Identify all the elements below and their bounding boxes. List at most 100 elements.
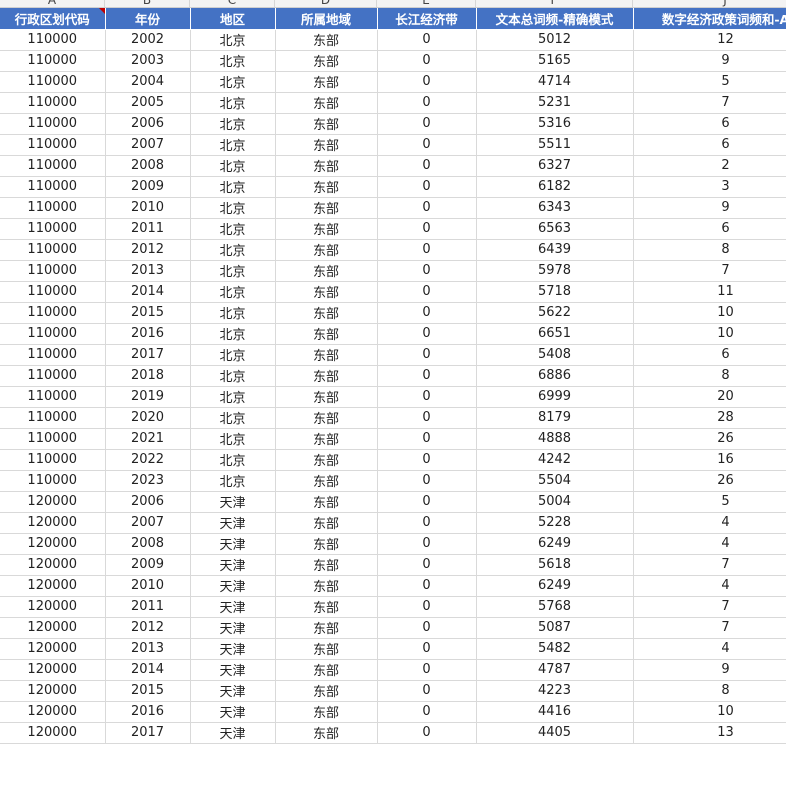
cell-col-j[interactable]: 4 [633,533,786,555]
cell-col-b[interactable]: 2008 [105,533,191,555]
cell-col-e[interactable]: 0 [377,29,477,51]
column-letter-c[interactable]: C [190,0,275,7]
cell-col-j[interactable]: 3 [633,176,786,198]
cell-col-c[interactable]: 北京 [190,260,276,282]
cell-col-c[interactable]: 北京 [190,50,276,72]
cell-col-b[interactable]: 2013 [105,638,191,660]
cell-col-j[interactable]: 10 [633,701,786,723]
cell-col-e[interactable]: 0 [377,155,477,177]
cell-col-a[interactable]: 120000 [0,680,106,702]
cell-col-d[interactable]: 东部 [275,512,378,534]
cell-col-f[interactable]: 5087 [476,617,634,639]
cell-col-f[interactable]: 6651 [476,323,634,345]
cell-col-d[interactable]: 东部 [275,407,378,429]
cell-col-f[interactable]: 6249 [476,533,634,555]
cell-col-b[interactable]: 2008 [105,155,191,177]
cell-col-j[interactable]: 11 [633,281,786,303]
cell-col-e[interactable]: 0 [377,491,477,513]
cell-col-b[interactable]: 2011 [105,596,191,618]
cell-col-c[interactable]: 北京 [190,71,276,93]
cell-col-e[interactable]: 0 [377,470,477,492]
cell-col-c[interactable]: 北京 [190,29,276,51]
cell-col-a[interactable]: 120000 [0,554,106,576]
cell-col-a[interactable]: 110000 [0,260,106,282]
column-letter-j[interactable]: J [633,0,786,7]
cell-col-a[interactable]: 110000 [0,302,106,324]
cell-col-b[interactable]: 2022 [105,449,191,471]
cell-col-d[interactable]: 东部 [275,596,378,618]
cell-col-f[interactable]: 5316 [476,113,634,135]
header-col-j[interactable]: 数字经济政策词频和-A [633,8,786,30]
cell-col-c[interactable]: 北京 [190,344,276,366]
cell-col-e[interactable]: 0 [377,554,477,576]
cell-col-c[interactable]: 天津 [190,638,276,660]
cell-col-f[interactable]: 5978 [476,260,634,282]
cell-col-c[interactable]: 北京 [190,155,276,177]
cell-col-b[interactable]: 2010 [105,197,191,219]
cell-col-d[interactable]: 东部 [275,134,378,156]
cell-col-j[interactable]: 20 [633,386,786,408]
column-letter-e[interactable]: E [377,0,476,7]
cell-col-d[interactable]: 东部 [275,386,378,408]
cell-col-e[interactable]: 0 [377,302,477,324]
cell-col-e[interactable]: 0 [377,92,477,114]
cell-col-b[interactable]: 2005 [105,92,191,114]
cell-col-c[interactable]: 天津 [190,701,276,723]
cell-col-j[interactable]: 7 [633,260,786,282]
cell-col-e[interactable]: 0 [377,617,477,639]
cell-col-j[interactable]: 28 [633,407,786,429]
cell-col-f[interactable]: 5618 [476,554,634,576]
cell-col-d[interactable]: 东部 [275,575,378,597]
cell-col-d[interactable]: 东部 [275,659,378,681]
cell-col-j[interactable]: 26 [633,470,786,492]
cell-col-c[interactable]: 北京 [190,323,276,345]
cell-col-d[interactable]: 东部 [275,92,378,114]
cell-col-f[interactable]: 4787 [476,659,634,681]
cell-col-e[interactable]: 0 [377,365,477,387]
cell-col-c[interactable]: 北京 [190,365,276,387]
cell-col-f[interactable]: 5511 [476,134,634,156]
cell-col-j[interactable]: 9 [633,50,786,72]
cell-col-d[interactable]: 东部 [275,428,378,450]
cell-col-j[interactable]: 7 [633,92,786,114]
cell-col-b[interactable]: 2007 [105,134,191,156]
cell-col-e[interactable]: 0 [377,260,477,282]
cell-col-d[interactable]: 东部 [275,344,378,366]
cell-col-j[interactable]: 2 [633,155,786,177]
cell-col-f[interactable]: 6182 [476,176,634,198]
comment-indicator-icon[interactable] [98,8,104,14]
cell-col-e[interactable]: 0 [377,659,477,681]
header-col-a[interactable]: 行政区划代码 [0,8,106,30]
cell-col-f[interactable]: 5228 [476,512,634,534]
cell-col-j[interactable]: 8 [633,239,786,261]
cell-col-a[interactable]: 120000 [0,701,106,723]
cell-col-f[interactable]: 4405 [476,722,634,744]
cell-col-f[interactable]: 6439 [476,239,634,261]
cell-col-d[interactable]: 东部 [275,323,378,345]
cell-col-b[interactable]: 2015 [105,302,191,324]
cell-col-f[interactable]: 5012 [476,29,634,51]
cell-col-j[interactable]: 6 [633,113,786,135]
cell-col-b[interactable]: 2012 [105,617,191,639]
cell-col-a[interactable]: 110000 [0,239,106,261]
cell-col-c[interactable]: 天津 [190,659,276,681]
cell-col-a[interactable]: 120000 [0,533,106,555]
cell-col-d[interactable]: 东部 [275,218,378,240]
cell-col-j[interactable]: 6 [633,134,786,156]
cell-col-d[interactable]: 东部 [275,470,378,492]
cell-col-f[interactable]: 5768 [476,596,634,618]
cell-col-f[interactable]: 5718 [476,281,634,303]
header-col-f[interactable]: 文本总词频-精确模式 [476,8,634,30]
cell-col-f[interactable]: 5231 [476,92,634,114]
header-col-c[interactable]: 地区 [190,8,276,30]
cell-col-a[interactable]: 110000 [0,365,106,387]
cell-col-e[interactable]: 0 [377,449,477,471]
cell-col-d[interactable]: 东部 [275,533,378,555]
cell-col-c[interactable]: 天津 [190,680,276,702]
cell-col-j[interactable]: 7 [633,617,786,639]
cell-col-c[interactable]: 北京 [190,281,276,303]
cell-col-b[interactable]: 2011 [105,218,191,240]
cell-col-a[interactable]: 110000 [0,407,106,429]
cell-col-d[interactable]: 东部 [275,680,378,702]
cell-col-e[interactable]: 0 [377,344,477,366]
